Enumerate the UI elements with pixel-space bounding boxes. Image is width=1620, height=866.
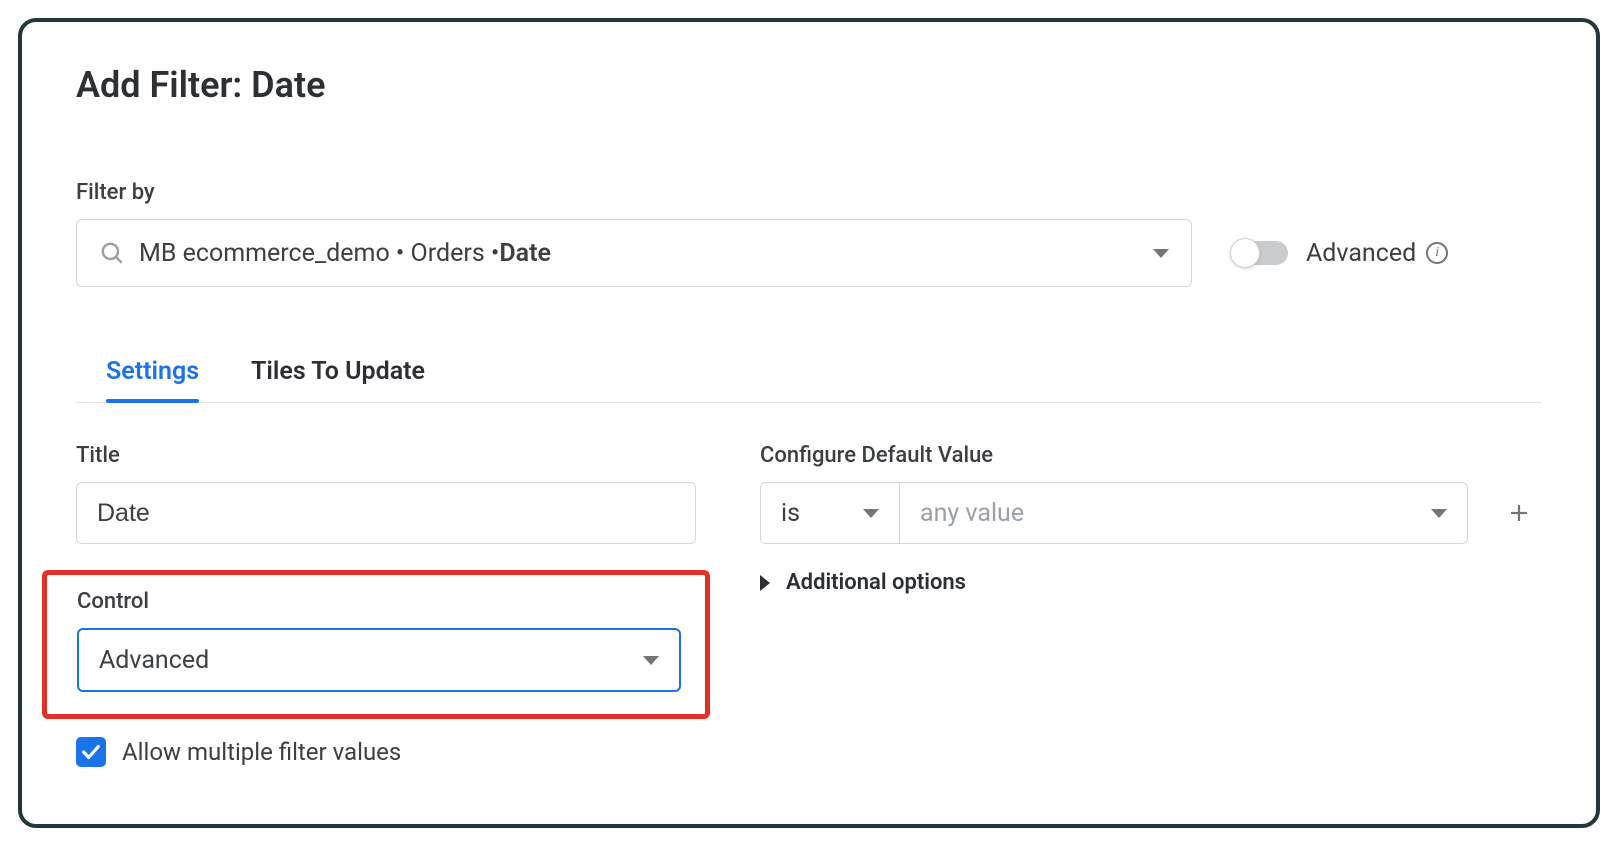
- add-filter-dialog: Add Filter: Date Filter by MB ecommerce_…: [18, 18, 1600, 828]
- check-icon: [80, 741, 102, 763]
- allow-multiple-label: Allow multiple filter values: [122, 738, 401, 766]
- add-condition-button[interactable]: [1496, 490, 1542, 536]
- additional-options-toggle[interactable]: Additional options: [760, 570, 1542, 595]
- title-input[interactable]: [76, 482, 696, 544]
- title-field-group: Title: [76, 443, 696, 544]
- search-icon: [99, 240, 125, 266]
- settings-right-column: Configure Default Value is any value: [760, 443, 1542, 595]
- advanced-toggle[interactable]: [1232, 241, 1288, 265]
- chevron-down-icon: [863, 509, 879, 518]
- chevron-down-icon: [643, 656, 659, 665]
- allow-multiple-row: Allow multiple filter values: [76, 737, 696, 767]
- control-highlight: Control Advanced: [42, 570, 710, 719]
- dialog-title: Add Filter: Date: [76, 64, 1542, 106]
- filter-by-section: Filter by MB ecommerce_demo • Orders • D…: [76, 180, 1542, 287]
- settings-left-column: Title Control Advanced Allow multiple fi…: [76, 443, 696, 767]
- filter-by-row: MB ecommerce_demo • Orders • Date Advanc…: [76, 219, 1542, 287]
- allow-multiple-checkbox[interactable]: [76, 737, 106, 767]
- filter-by-select[interactable]: MB ecommerce_demo • Orders • Date: [76, 219, 1192, 287]
- advanced-toggle-group: Advanced i: [1232, 239, 1448, 268]
- settings-panel: Title Control Advanced Allow multiple fi…: [76, 443, 1542, 767]
- chevron-down-icon: [1431, 509, 1447, 518]
- value-select[interactable]: any value: [900, 482, 1468, 544]
- info-icon[interactable]: i: [1426, 242, 1448, 264]
- default-value-label: Configure Default Value: [760, 443, 1542, 468]
- tab-settings[interactable]: Settings: [106, 357, 199, 402]
- toggle-knob: [1230, 238, 1260, 268]
- operator-select[interactable]: is: [760, 482, 900, 544]
- default-value-row: is any value: [760, 482, 1542, 544]
- tabs: Settings Tiles To Update: [76, 357, 1542, 403]
- advanced-toggle-label: Advanced i: [1306, 239, 1448, 268]
- chevron-down-icon: [1153, 249, 1169, 258]
- caret-right-icon: [760, 575, 770, 591]
- plus-icon: [1507, 501, 1531, 525]
- control-select[interactable]: Advanced: [77, 628, 681, 692]
- title-label: Title: [76, 443, 696, 468]
- control-label: Control: [77, 589, 681, 614]
- filter-by-label: Filter by: [76, 180, 1542, 205]
- tab-tiles-to-update[interactable]: Tiles To Update: [251, 357, 425, 402]
- filter-by-value: MB ecommerce_demo • Orders • Date: [139, 239, 551, 268]
